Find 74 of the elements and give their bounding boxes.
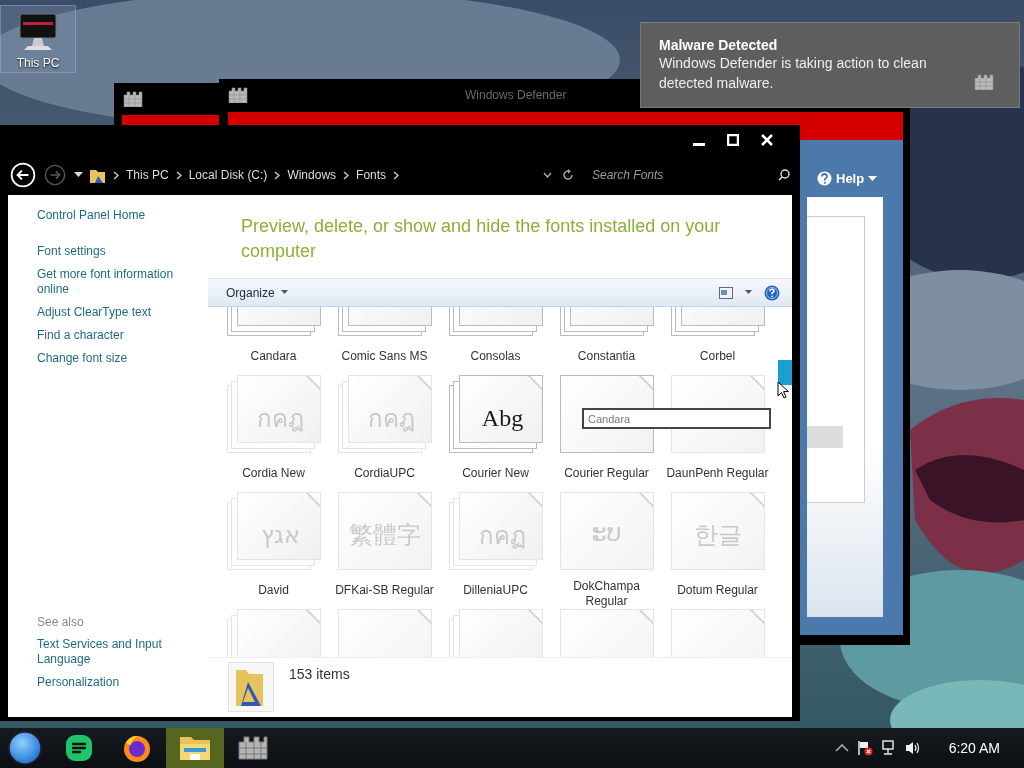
flag-icon[interactable] [856, 740, 873, 756]
chevron-icon [113, 170, 119, 180]
font-folder-icon [228, 662, 274, 712]
dropdown-icon[interactable] [745, 290, 752, 295]
back-button[interactable] [10, 162, 36, 188]
clock[interactable]: 6:20 AM [948, 740, 1000, 756]
sidebar-link[interactable]: Find a character [37, 328, 208, 343]
chevron-icon [393, 170, 400, 180]
organize-button[interactable]: Organize [226, 285, 288, 300]
chevron-icon [175, 170, 182, 180]
search-icon [778, 169, 790, 181]
sidebar-link[interactable]: Text Services and Input Language [37, 637, 208, 667]
font-name[interactable]: Dotum Regular [663, 583, 772, 598]
network-icon[interactable] [880, 740, 897, 756]
refresh-icon[interactable] [562, 169, 574, 181]
help-link[interactable]: Help [817, 171, 878, 186]
page-heading: Preview, delete, or show and hide the fonts installed on your computer [240, 215, 722, 263]
notification-title: Malware Detected [659, 37, 779, 53]
font-name[interactable]: Courier New [441, 466, 550, 481]
font-name[interactable]: Corbel [663, 349, 772, 364]
notification-toast[interactable]: Malware Detected Windows Defender is taking action to clean detected malware. [640, 22, 1020, 108]
help-icon [817, 171, 832, 186]
caret-icon[interactable] [280, 290, 288, 295]
browser-icon [122, 733, 152, 763]
font-name[interactable]: DFKai-SB Regular [330, 583, 439, 598]
start-orb-icon [8, 731, 42, 765]
chevron-icon [343, 170, 350, 180]
icon-label: This PC [16, 56, 60, 70]
sidebar-link[interactable]: Adjust ClearType text [37, 305, 208, 320]
font-name[interactable]: Constantia [552, 349, 661, 364]
font-name[interactable]: DaunPenh Regular [663, 466, 772, 481]
sidebar-link[interactable]: Control Panel Home [37, 208, 208, 223]
item-count: 153 items [289, 666, 350, 682]
font-name[interactable]: David [219, 583, 328, 598]
help-icon[interactable] [764, 284, 780, 301]
window-title: Windows Defender [465, 88, 567, 102]
castle-icon [238, 736, 268, 760]
dropdown-icon[interactable] [543, 172, 552, 178]
search-field[interactable]: Search Fonts [590, 167, 764, 183]
castle-icon [974, 74, 994, 90]
chevron-up-icon[interactable] [834, 744, 849, 752]
section-heading: See also [37, 615, 85, 629]
sidebar-link[interactable]: Personalization [37, 675, 208, 690]
sidebar-link[interactable]: Get more font information online [37, 267, 208, 297]
breadcrumb-item[interactable]: This PC [126, 168, 169, 182]
scroll-thumb[interactable] [778, 360, 792, 385]
font-name[interactable]: Cordia New [219, 466, 328, 481]
taskbar-button[interactable] [166, 728, 224, 768]
breadcrumb-item[interactable]: Windows [287, 168, 337, 182]
sidebar-link[interactable]: Font settings [37, 244, 208, 259]
font-name[interactable]: DokChampa Regular [552, 579, 661, 609]
close-icon[interactable] [761, 134, 773, 146]
dropdown-icon[interactable] [74, 172, 83, 178]
font-preview: Abg [481, 404, 524, 432]
font-name[interactable]: Comic Sans MS [330, 349, 439, 364]
font-name[interactable]: Candara [219, 349, 328, 364]
font-name[interactable]: CordiaUPC [330, 466, 439, 481]
notes-icon [65, 734, 93, 762]
breadcrumb-item[interactable]: Local Disk (C:) [188, 168, 268, 182]
font-name[interactable]: DilleniaUPC [441, 583, 550, 598]
castle-icon [228, 87, 248, 103]
notification-message: Windows Defender is taking action to clean detected malware. [659, 54, 928, 93]
chevron-icon [274, 170, 281, 180]
font-name[interactable]: Courier Regular [552, 466, 661, 481]
rename-field[interactable]: Candara [582, 408, 771, 429]
view-icon[interactable] [719, 286, 733, 299]
breadcrumb-item[interactable]: Fonts [356, 168, 387, 182]
font-name[interactable]: Consolas [441, 349, 550, 364]
maximize-icon[interactable] [727, 134, 739, 146]
caret-icon[interactable] [868, 175, 878, 182]
speaker-icon[interactable] [904, 740, 921, 756]
sidebar-link[interactable]: Change font size [37, 351, 208, 366]
desktop-icon[interactable]: This PC [0, 5, 76, 73]
castle-icon [123, 91, 143, 107]
